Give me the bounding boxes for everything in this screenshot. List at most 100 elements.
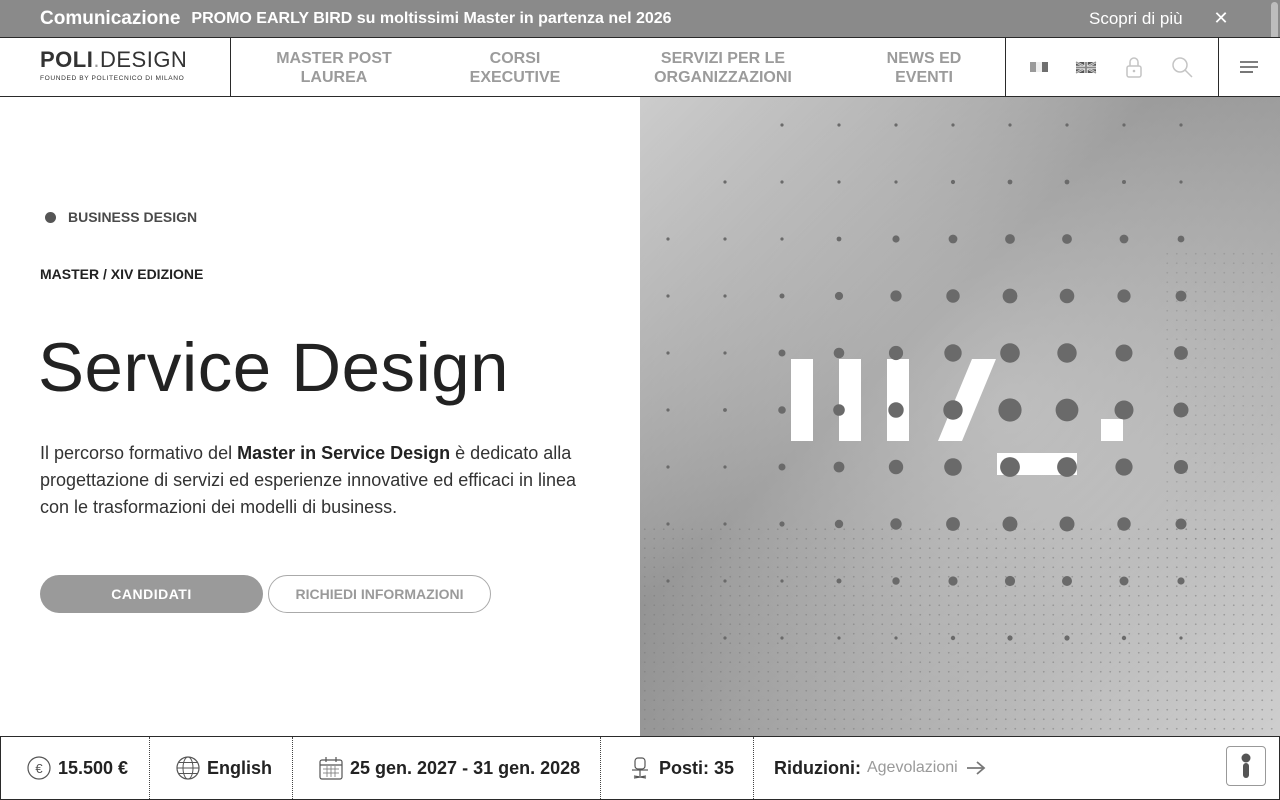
arrow-right-icon[interactable] [966, 760, 986, 776]
halftone-dot [951, 123, 955, 127]
header-divider [1005, 38, 1006, 97]
halftone-dot [1174, 346, 1188, 360]
halftone-dot [1175, 290, 1187, 302]
info-divider [753, 737, 754, 799]
halftone-dot [780, 636, 784, 640]
halftone-dot [836, 578, 842, 584]
halftone-dot [1122, 123, 1126, 127]
polidesign-logo[interactable]: POLI.DESIGN FOUNDED BY POLITECNICO DI MI… [40, 48, 200, 88]
halftone-dot [1000, 457, 1020, 477]
hamburger-menu-icon[interactable] [1238, 56, 1260, 78]
halftone-dot [723, 465, 727, 469]
halftone-dot [723, 237, 727, 241]
halftone-dot [723, 522, 727, 526]
nav-label: SERVIZI PER LE [660, 50, 786, 67]
halftone-dot [837, 180, 841, 184]
page-title: Service Design [38, 329, 510, 406]
hero-description: Il percorso formativo del Master in Serv… [40, 440, 600, 521]
halftone-dot [946, 517, 960, 531]
halftone-dot [778, 406, 786, 414]
announcement-bar: Comunicazione PROMO EARLY BIRD su moltis… [0, 0, 1280, 38]
hero-graphic [640, 97, 1280, 736]
halftone-dot [1122, 180, 1126, 184]
halftone-dot [780, 180, 784, 184]
nav-corsi-executive[interactable]: CORSI EXECUTIVE [450, 49, 580, 87]
halftone-dot [666, 579, 670, 583]
halftone-dot [1062, 234, 1072, 244]
desc-text-pre: Il percorso formativo del [40, 443, 238, 463]
italy-flag-icon[interactable] [1028, 56, 1050, 78]
header-divider [1218, 38, 1219, 97]
uk-flag-icon[interactable] [1075, 56, 1097, 78]
nav-servizi-organizzazioni[interactable]: SERVIZI PER LE ORGANIZZAZIONI [643, 49, 803, 87]
info-divider [149, 737, 150, 799]
halftone-dot [1064, 635, 1070, 641]
announcement-more-link[interactable]: Scopri di più [1089, 9, 1183, 29]
lock-icon[interactable] [1123, 56, 1145, 78]
site-header: POLI.DESIGN FOUNDED BY POLITECNICO DI MI… [0, 37, 1280, 97]
halftone-dot [723, 636, 727, 640]
halftone-dot [1179, 180, 1183, 184]
category-dot-icon [45, 211, 56, 223]
halftone-dot [1115, 458, 1133, 476]
reductions-label: Riduzioni: [774, 757, 861, 778]
accessibility-icon [1241, 753, 1251, 778]
halftone-dot [834, 291, 844, 301]
category-tag[interactable]: BUSINESS DESIGN [45, 209, 197, 225]
calendar-icon [319, 757, 343, 780]
accessibility-button[interactable] [1226, 746, 1266, 786]
halftone-dot [1114, 400, 1134, 420]
halftone-dot [892, 235, 900, 243]
close-icon[interactable]: ✕ [1212, 7, 1230, 29]
halftone-dot [1059, 288, 1075, 304]
info-divider [600, 737, 601, 799]
nav-master-post-laurea[interactable]: MASTER POST LAUREA [262, 49, 406, 87]
halftone-dot [780, 123, 784, 127]
desc-text-bold: Master in Service Design [237, 443, 451, 463]
halftone-dot [837, 123, 841, 127]
category-label: BUSINESS DESIGN [68, 209, 198, 225]
halftone-dot [666, 522, 670, 526]
halftone-dot [1055, 398, 1079, 422]
halftone-dot [779, 293, 785, 299]
nav-label: EXECUTIVE [469, 69, 561, 86]
globe-icon [176, 756, 200, 780]
halftone-dot [1175, 518, 1187, 530]
reductions-link[interactable]: Agevolazioni [867, 759, 958, 777]
halftone-dot [1002, 516, 1018, 532]
announcement-promo-text[interactable]: PROMO EARLY BIRD su moltissimi Master in… [191, 10, 671, 28]
price-cell: € 15.500 € [27, 737, 128, 799]
request-info-button[interactable]: RICHIEDI INFORMAZIONI [268, 575, 491, 613]
halftone-dot [888, 459, 904, 475]
seat-icon [632, 757, 648, 779]
language-cell: English [176, 737, 272, 799]
halftone-dot [1007, 635, 1013, 641]
halftone-dot [1177, 235, 1185, 243]
halftone-dot [834, 519, 844, 529]
apply-button[interactable]: CANDIDATI [40, 575, 263, 613]
halftone-dot [1179, 636, 1183, 640]
nav-label: MASTER POST [276, 50, 392, 67]
nav-label: ORGANIZZAZIONI [654, 69, 792, 86]
halftone-dot [1000, 343, 1020, 363]
hero-image [640, 97, 1280, 736]
halftone-dot [948, 234, 958, 244]
halftone-dot [666, 408, 670, 412]
halftone-dot [890, 518, 902, 530]
logo-text-rest: DESIGN [99, 47, 188, 72]
halftone-dot [723, 579, 727, 583]
halftone-dot [723, 294, 727, 298]
price-value: 15.500 € [58, 757, 129, 778]
halftone-dot [778, 463, 786, 471]
halftone-dot [1004, 575, 1016, 587]
halftone-dot [948, 576, 958, 586]
halftone-dot [666, 237, 670, 241]
halftone-dot [666, 294, 670, 298]
halftone-dot [837, 636, 841, 640]
halftone-dot [950, 635, 956, 641]
nav-news-eventi[interactable]: NEWS ED EVENTI [868, 49, 980, 87]
halftone-dot [1008, 123, 1012, 127]
header-divider [230, 38, 231, 97]
search-icon[interactable] [1171, 56, 1193, 78]
halftone-dot [1173, 402, 1189, 418]
